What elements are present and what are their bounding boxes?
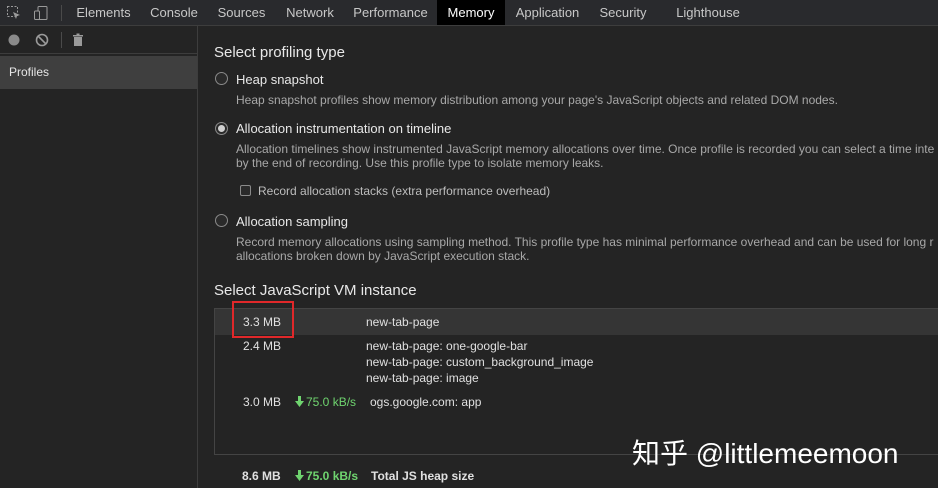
vm-instance-size: 3.0 MB [243, 395, 282, 409]
tab-security[interactable]: Security [590, 0, 656, 25]
vm-instance-name: new-tab-page: custom_background_image [366, 355, 594, 369]
heap-snapshot-radio[interactable] [215, 72, 228, 85]
allocation-timeline-label[interactable]: Allocation instrumentation on timeline [236, 121, 451, 136]
total-heap-size: 8.6 MB [242, 469, 281, 483]
tab-console[interactable]: Console [141, 0, 207, 25]
inspect-element-icon[interactable] [6, 5, 22, 21]
annotation-highlight-box [232, 301, 294, 338]
tab-sources[interactable]: Sources [207, 0, 276, 25]
heap-snapshot-description: Heap snapshot profiles show memory distr… [236, 93, 838, 107]
allocation-sampling-radio[interactable] [215, 214, 228, 227]
down-arrow-icon [295, 396, 304, 407]
watermark-text: 知乎 @littlemeemoon [632, 438, 899, 469]
record-allocation-stacks-checkbox[interactable] [240, 185, 251, 196]
toolbar-divider [61, 32, 62, 48]
vm-instance-name: new-tab-page [366, 315, 440, 329]
toolbar-divider [61, 5, 62, 21]
allocation-timeline-radio[interactable] [215, 122, 228, 135]
vm-instance-speed-value: 75.0 kB/s [306, 395, 357, 409]
vm-instance-name: new-tab-page: one-google-bar [366, 339, 528, 353]
allocation-sampling-description-line2: allocations broken down by JavaScript ex… [236, 249, 530, 263]
vm-instance-heading: Select JavaScript VM instance [214, 282, 417, 299]
device-toolbar-icon[interactable] [33, 5, 49, 21]
vm-instance-name: new-tab-page: image [366, 371, 479, 385]
tab-memory[interactable]: Memory [437, 0, 505, 25]
tab-network[interactable]: Network [276, 0, 344, 25]
vm-instance-size: 2.4 MB [243, 339, 282, 353]
tab-lighthouse[interactable]: Lighthouse [656, 0, 760, 25]
profiler-toolbar [0, 26, 197, 54]
record-allocation-stacks-label[interactable]: Record allocation stacks (extra performa… [258, 184, 550, 198]
down-arrow-icon [295, 470, 304, 481]
record-icon[interactable] [6, 32, 22, 48]
trash-icon[interactable] [70, 32, 86, 48]
tab-elements[interactable]: Elements [66, 0, 141, 25]
profiling-type-heading: Select profiling type [214, 44, 345, 61]
tab-performance[interactable]: Performance [344, 0, 437, 25]
sidebar-item-profiles[interactable]: Profiles [0, 56, 197, 89]
allocation-sampling-description-line1: Record memory allocations using sampling… [236, 235, 934, 249]
memory-panel: Select profiling type Heap snapshot Heap… [198, 26, 938, 488]
allocation-timeline-description-line2: by the end of recording. Use this profil… [236, 156, 604, 170]
vm-instance-speed: 75.0 kB/s [295, 395, 356, 409]
profiles-sidebar: Profiles [0, 26, 198, 488]
total-heap-label: Total JS heap size [371, 469, 475, 483]
heap-snapshot-label[interactable]: Heap snapshot [236, 72, 323, 87]
vm-instance-row-selected[interactable] [215, 309, 938, 335]
total-heap-speed-value: 75.0 kB/s [306, 469, 359, 483]
total-heap-speed: 75.0 kB/s [295, 469, 358, 483]
devtools-window: Elements Console Sources Network Perform… [0, 0, 938, 488]
devtools-tabbar: Elements Console Sources Network Perform… [0, 0, 938, 26]
allocation-sampling-label[interactable]: Allocation sampling [236, 214, 348, 229]
clear-all-icon[interactable] [34, 32, 50, 48]
allocation-timeline-description-line1: Allocation timelines show instrumented J… [236, 142, 935, 156]
vm-instance-name: ogs.google.com: app [370, 395, 482, 409]
tab-application[interactable]: Application [505, 0, 590, 25]
